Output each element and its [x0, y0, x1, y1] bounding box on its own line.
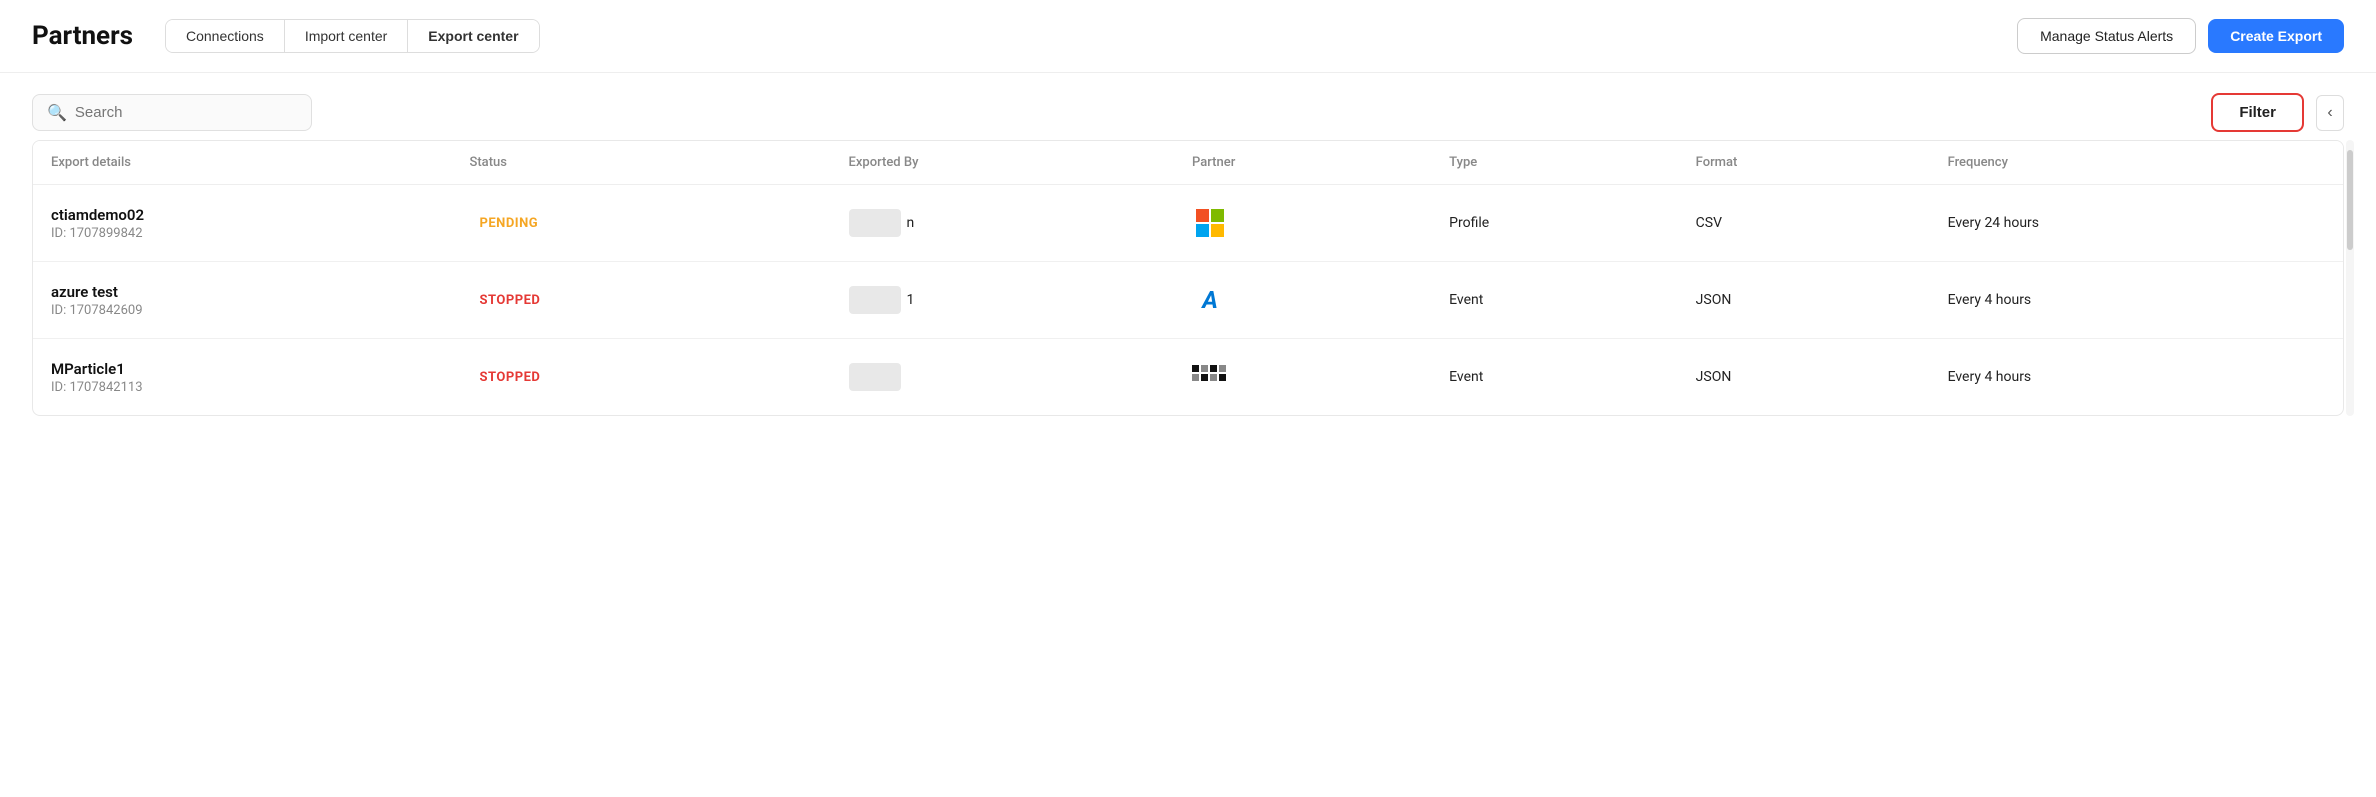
exported-by-cell: [831, 339, 1174, 416]
table-header: Export details Status Exported By Partne…: [33, 141, 2343, 185]
frequency-cell: Every 4 hours: [1930, 339, 2343, 416]
exported-by-cell: n: [831, 185, 1174, 262]
export-id: ID: 1707842113: [51, 380, 433, 395]
type-cell: Event: [1431, 262, 1678, 339]
microsoft-logo: [1192, 205, 1228, 241]
chevron-left-icon: ‹: [2327, 104, 2332, 122]
col-frequency: Frequency: [1930, 141, 2343, 185]
col-export-details: Export details: [33, 141, 451, 185]
status-cell: PENDING: [451, 185, 830, 262]
type-cell: Profile: [1431, 185, 1678, 262]
avatar-placeholder: [849, 363, 901, 391]
manage-status-alerts-button[interactable]: Manage Status Alerts: [2017, 18, 2196, 54]
status-cell: STOPPED: [451, 262, 830, 339]
frequency-cell: Every 24 hours: [1930, 185, 2343, 262]
exports-table: Export details Status Exported By Partne…: [33, 141, 2343, 415]
search-icon: 🔍: [47, 103, 67, 122]
scrollbar-track[interactable]: [2346, 140, 2354, 416]
format-cell: CSV: [1678, 185, 1930, 262]
filter-button[interactable]: Filter: [2211, 93, 2304, 132]
table-row[interactable]: ctiamdemo02 ID: 1707899842 PENDING n: [33, 185, 2343, 262]
table-body: ctiamdemo02 ID: 1707899842 PENDING n: [33, 185, 2343, 416]
exported-by-cell: 1: [831, 262, 1174, 339]
exported-by-initial: 1: [907, 292, 915, 308]
collapse-panel-button[interactable]: ‹: [2316, 95, 2344, 131]
mparticle-logo: [1192, 359, 1228, 395]
export-details-cell: ctiamdemo02 ID: 1707899842: [33, 185, 451, 262]
partner-cell: [1174, 185, 1431, 262]
create-export-button[interactable]: Create Export: [2208, 19, 2344, 53]
tab-import-center[interactable]: Import center: [285, 20, 408, 52]
header-actions: Manage Status Alerts Create Export: [2017, 18, 2344, 54]
tab-export-center[interactable]: Export center: [408, 20, 538, 52]
avatar-placeholder: [849, 209, 901, 237]
toolbar: 🔍 Filter ‹: [32, 93, 2344, 132]
tab-connections[interactable]: Connections: [166, 20, 285, 52]
table-container: Export details Status Exported By Partne…: [32, 140, 2344, 416]
scrollbar-thumb[interactable]: [2347, 150, 2353, 250]
col-format: Format: [1678, 141, 1930, 185]
col-type: Type: [1431, 141, 1678, 185]
format-cell: JSON: [1678, 339, 1930, 416]
mparticle-icon: [1192, 365, 1228, 389]
export-details-cell: MParticle1 ID: 1707842113: [33, 339, 451, 416]
col-status: Status: [451, 141, 830, 185]
azure-icon: A: [1202, 286, 1218, 314]
type-cell: Event: [1431, 339, 1678, 416]
export-id: ID: 1707899842: [51, 226, 433, 241]
status-badge: PENDING: [469, 212, 548, 235]
export-name: ctiamdemo02: [51, 206, 433, 224]
status-cell: STOPPED: [451, 339, 830, 416]
partner-cell: [1174, 339, 1431, 416]
partner-cell: A: [1174, 262, 1431, 339]
export-id: ID: 1707842609: [51, 303, 433, 318]
search-input[interactable]: [75, 104, 297, 121]
ms-grid-icon: [1196, 209, 1224, 237]
search-box: 🔍: [32, 94, 312, 131]
avatar-placeholder: [849, 286, 901, 314]
main-content: 🔍 Filter ‹ Export details Status Exporte…: [0, 73, 2376, 436]
status-badge: STOPPED: [469, 289, 550, 312]
export-details-cell: azure test ID: 1707842609: [33, 262, 451, 339]
export-name: MParticle1: [51, 360, 433, 378]
frequency-cell: Every 4 hours: [1930, 262, 2343, 339]
page-header: Partners Connections Import center Expor…: [0, 0, 2376, 73]
table-row[interactable]: azure test ID: 1707842609 STOPPED 1: [33, 262, 2343, 339]
status-badge: STOPPED: [469, 366, 550, 389]
table-wrapper: Export details Status Exported By Partne…: [32, 140, 2344, 416]
table-row[interactable]: MParticle1 ID: 1707842113 STOPPED: [33, 339, 2343, 416]
col-partner: Partner: [1174, 141, 1431, 185]
tab-group: Connections Import center Export center: [165, 19, 540, 53]
exported-by-initial: n: [907, 215, 915, 231]
page-title: Partners: [32, 21, 133, 51]
azure-logo: A: [1192, 282, 1228, 318]
format-cell: JSON: [1678, 262, 1930, 339]
export-name: azure test: [51, 283, 433, 301]
col-exported-by: Exported By: [831, 141, 1174, 185]
